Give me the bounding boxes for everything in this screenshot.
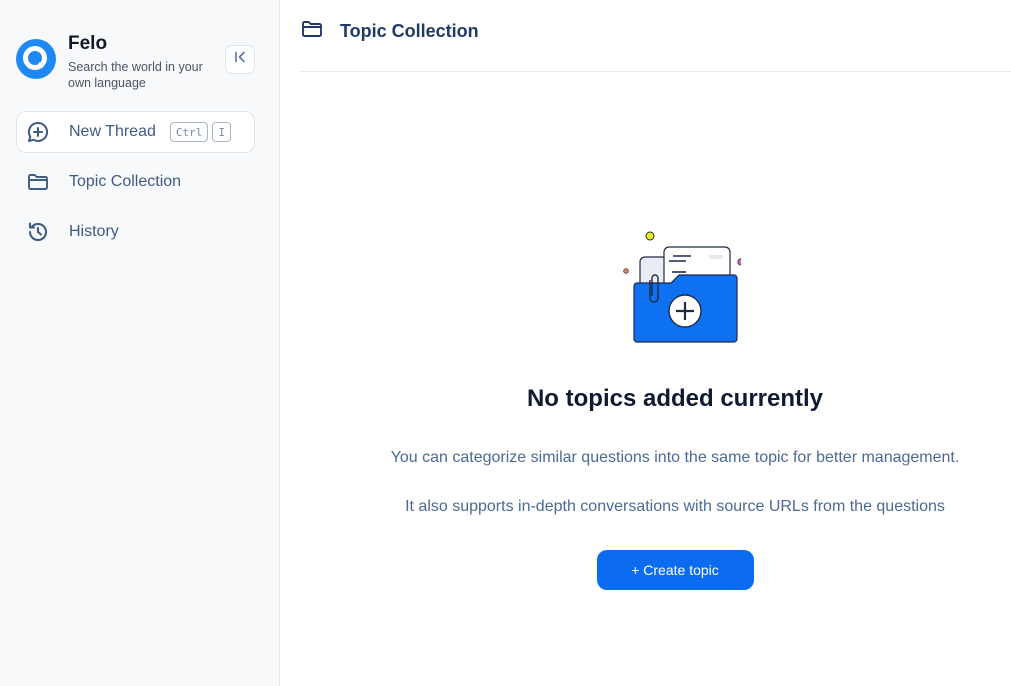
sidebar-nav: New Thread Ctrl I Topic Collection Histo… bbox=[16, 111, 255, 261]
page-header: Topic Collection bbox=[300, 0, 1011, 72]
empty-state-title: No topics added currently bbox=[526, 385, 824, 412]
brand-tagline: Search the world in your own language bbox=[68, 60, 203, 90]
keyboard-shortcut: Ctrl I bbox=[169, 122, 231, 142]
folder-icon bbox=[300, 17, 324, 46]
sidebar-item-label: New Thread bbox=[69, 123, 156, 140]
chat-plus-icon bbox=[26, 120, 50, 144]
felo-logo-icon bbox=[16, 39, 56, 79]
sidebar-item-label: History bbox=[69, 223, 119, 240]
brand[interactable]: Felo Search the world in your own langua… bbox=[16, 34, 218, 91]
app-root: Felo Search the world in your own langua… bbox=[0, 0, 1011, 686]
empty-state-description: You can categorize similar questions int… bbox=[390, 449, 960, 466]
empty-state-description-secondary: It also supports in-depth conversations … bbox=[405, 498, 945, 515]
collapse-sidebar-button[interactable] bbox=[225, 45, 255, 74]
folder-icon bbox=[26, 170, 50, 194]
folder-plus-illustration bbox=[611, 228, 745, 348]
sidebar: Felo Search the world in your own langua… bbox=[0, 0, 280, 686]
sidebar-item-topic-collection[interactable]: Topic Collection bbox=[16, 161, 255, 203]
create-topic-button[interactable]: + Create topic bbox=[596, 550, 754, 590]
empty-state: No topics added currently You can catego… bbox=[280, 228, 1011, 590]
sidebar-item-label: Topic Collection bbox=[69, 173, 182, 190]
page-title: Topic Collection bbox=[340, 21, 479, 41]
sidebar-item-history[interactable]: History bbox=[16, 211, 255, 253]
sidebar-item-new-thread[interactable]: New Thread Ctrl I bbox=[16, 111, 255, 153]
collapse-left-icon bbox=[233, 50, 247, 69]
main-content: Topic Collection No topics added current… bbox=[280, 0, 1011, 686]
shortcut-key-ctrl: Ctrl bbox=[169, 122, 209, 142]
brand-name: Felo bbox=[68, 33, 108, 54]
shortcut-key-i: I bbox=[212, 122, 231, 142]
history-icon bbox=[26, 220, 50, 244]
